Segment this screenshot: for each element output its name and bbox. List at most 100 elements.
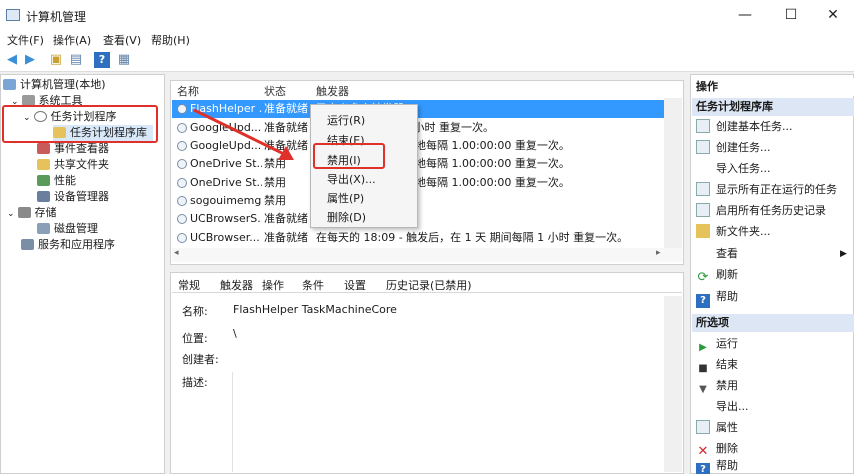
column-header-name[interactable]: 名称 (177, 83, 199, 99)
task-icon (177, 196, 187, 206)
name-label: 名称: (182, 305, 208, 318)
action-properties[interactable]: 属性 (692, 418, 854, 438)
tree-item-performance[interactable]: 性能 (37, 173, 76, 189)
highlight-box (2, 105, 158, 143)
console-tree-icon[interactable]: ▤ (68, 52, 84, 68)
help-icon: ? (696, 294, 710, 308)
minimize-button[interactable]: — (722, 0, 768, 30)
delete-icon: ✕ (697, 444, 709, 459)
action-new-folder[interactable]: 新文件夹... (692, 222, 854, 242)
create-basic-task-icon (696, 119, 710, 133)
tab-actions[interactable]: 操作 (262, 277, 284, 293)
tab-history[interactable]: 历史记录(已禁用) (386, 277, 472, 293)
task-icon (177, 178, 187, 188)
back-arrow-icon[interactable]: ◀ (4, 52, 20, 68)
scroll-right-icon[interactable]: ▸ (656, 248, 661, 258)
maximize-button[interactable]: ☐ (768, 0, 814, 30)
tree-item-device-manager[interactable]: 设备管理器 (37, 189, 109, 205)
tree-item-event-viewer[interactable]: 事件查看器 (37, 141, 109, 157)
chevron-down-icon[interactable]: ⌄ (7, 209, 15, 219)
tree-item-computer-management[interactable]: 计算机管理(本地) (3, 77, 106, 93)
menu-action[interactable]: 操作(A) (53, 32, 91, 48)
event-viewer-icon (37, 143, 50, 154)
details-scrollbar[interactable] (664, 296, 682, 472)
task-icon (177, 214, 187, 224)
tree-item-storage[interactable]: ⌄ 存储 (7, 205, 57, 221)
red-arrow-annotation (193, 108, 294, 160)
task-icon (177, 233, 187, 243)
section-selected-item[interactable]: 所选项 (692, 314, 854, 332)
action-create-basic-task[interactable]: 创建基本任务... (692, 117, 854, 137)
forward-arrow-icon[interactable]: ▶ (22, 52, 38, 68)
stop-icon: ■ (698, 363, 708, 374)
action-create-task[interactable]: 创建任务... (692, 138, 854, 158)
performance-icon (37, 175, 50, 186)
tab-divider (172, 292, 682, 293)
toolbar: ◀ ▶ ▣ ▤ ? ▦ (0, 48, 854, 72)
menu-bar: 文件(F) 操作(A) 查看(V) 帮助(H) (0, 30, 854, 48)
disable-icon: ▼ (699, 384, 707, 395)
disk-icon (37, 223, 50, 234)
description-label: 描述: (182, 376, 208, 389)
horizontal-scrollbar[interactable]: ◂ ▸ (172, 248, 682, 262)
action-export[interactable]: 导出... (692, 397, 854, 417)
submenu-arrow-icon: ▶ (840, 249, 847, 259)
menu-file[interactable]: 文件(F) (7, 32, 44, 48)
properties-icon[interactable]: ▦ (116, 52, 132, 68)
computer-icon (3, 79, 16, 90)
action-show-running-tasks[interactable]: 显示所有正在运行的任务 (692, 180, 854, 200)
help-icon[interactable]: ? (94, 52, 110, 68)
action-disable[interactable]: ▼ 禁用 (692, 376, 854, 396)
action-delete[interactable]: ✕ 删除 (692, 439, 854, 459)
tree-item-services-applications[interactable]: 服务和应用程序 (21, 237, 115, 253)
actions-header: 操作 (692, 78, 854, 96)
help-icon: ? (696, 463, 710, 474)
context-menu-delete[interactable]: 删除(D) (327, 209, 366, 225)
action-end[interactable]: ■ 结束 (692, 355, 854, 375)
tab-settings[interactable]: 设置 (344, 277, 366, 293)
column-header-trigger[interactable]: 触发器 (316, 83, 349, 99)
table-row[interactable]: UCBrowser... 准备就绪 在每天的 18:09 - 触发后，在 1 天… (172, 229, 664, 247)
table-row[interactable]: sogouimemgr 禁用 (172, 192, 664, 210)
table-row[interactable]: OneDrive St... 禁用 时 - 触发后，无限期地每隔 1.00:00… (172, 174, 664, 192)
storage-icon (17, 207, 31, 218)
context-menu-properties[interactable]: 属性(P) (327, 190, 364, 206)
context-menu-export[interactable]: 导出(X)... (327, 171, 376, 187)
scroll-left-icon[interactable]: ◂ (174, 248, 179, 258)
menu-help[interactable]: 帮助(H) (151, 32, 190, 48)
computer-management-icon (6, 9, 20, 21)
tab-conditions[interactable]: 条件 (302, 277, 324, 293)
new-folder-icon (696, 224, 710, 238)
folder-up-icon[interactable]: ▣ (48, 52, 64, 68)
menu-view[interactable]: 查看(V) (103, 32, 141, 48)
tab-general[interactable]: 常规 (178, 277, 200, 293)
highlight-box (313, 143, 385, 169)
window-title: 计算机管理 (26, 10, 87, 24)
action-help-selected[interactable]: ? 帮助 (692, 458, 854, 474)
name-value: FlashHelper TaskMachineCore (233, 303, 397, 316)
close-button[interactable]: ✕ (810, 0, 854, 30)
tree-item-shared-folders[interactable]: 共享文件夹 (37, 157, 109, 173)
action-view[interactable]: 查看 ▶ (692, 244, 854, 264)
action-help[interactable]: ? 帮助 (692, 287, 854, 308)
action-refresh[interactable]: ⟳ 刷新 (692, 265, 854, 285)
tree-item-disk-management[interactable]: 磁盘管理 (37, 221, 98, 237)
history-icon (696, 203, 710, 217)
location-label: 位置: (182, 332, 208, 345)
table-row[interactable]: UCBrowserS... 准备就绪 (172, 210, 664, 228)
services-icon (21, 239, 34, 250)
refresh-icon: ⟳ (697, 270, 709, 285)
action-run[interactable]: ▶ 运行 (692, 334, 854, 354)
action-enable-history[interactable]: 启用所有任务历史记录 (692, 201, 854, 221)
vertical-scrollbar[interactable] (664, 98, 682, 248)
running-tasks-icon (696, 182, 710, 196)
context-menu-run[interactable]: 运行(R) (327, 112, 365, 128)
column-header-status[interactable]: 状态 (264, 83, 286, 99)
action-import-task[interactable]: 导入任务... (692, 159, 854, 179)
shared-folder-icon (37, 159, 50, 170)
description-field[interactable] (232, 372, 233, 472)
task-icon (177, 141, 187, 151)
section-task-scheduler-library[interactable]: 任务计划程序库 (692, 98, 854, 116)
tab-triggers[interactable]: 触发器 (220, 277, 253, 293)
create-task-icon (696, 140, 710, 154)
